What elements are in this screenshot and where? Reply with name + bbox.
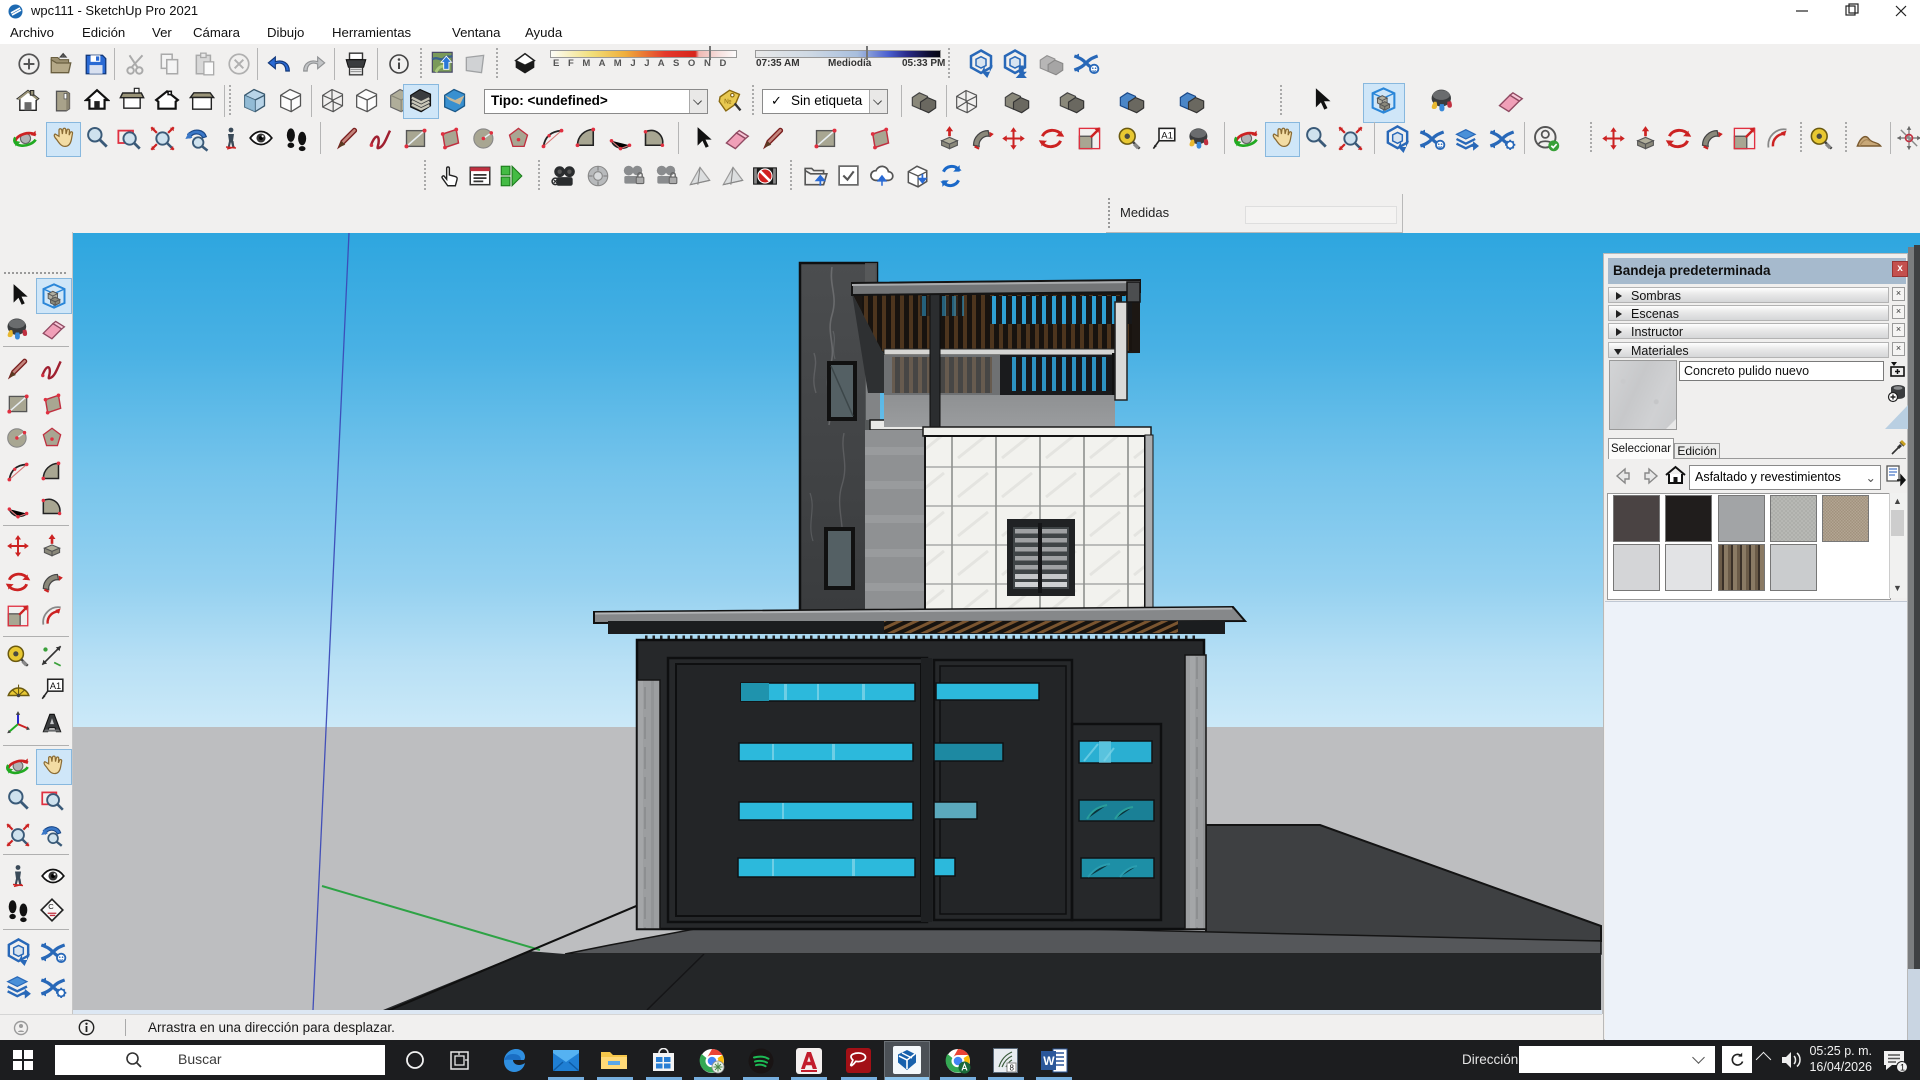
svg-text:8: 8 [1010, 1064, 1015, 1073]
svg-text:1: 1 [1900, 1063, 1905, 1073]
svg-text:W: W [1043, 1054, 1055, 1068]
